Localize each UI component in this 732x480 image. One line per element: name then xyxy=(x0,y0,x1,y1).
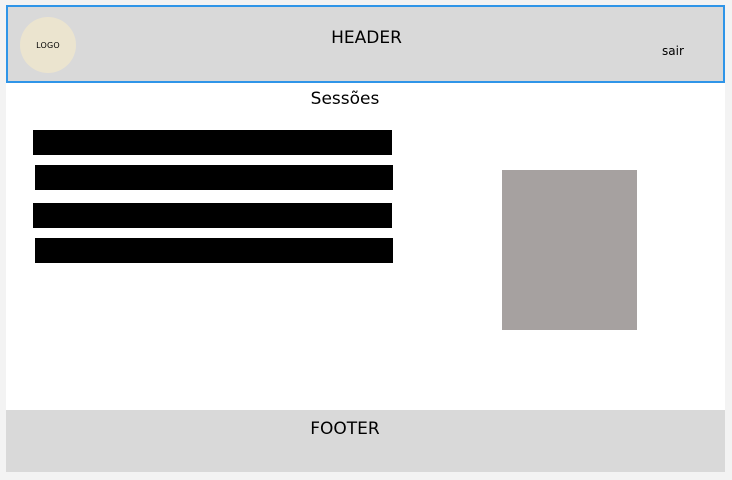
session-item[interactable] xyxy=(33,130,392,155)
footer: FOOTER xyxy=(6,410,725,472)
header-title: HEADER xyxy=(331,28,402,48)
logout-link[interactable]: sair xyxy=(662,43,684,59)
session-item[interactable] xyxy=(35,165,393,190)
footer-title: FOOTER xyxy=(310,419,380,439)
session-item[interactable] xyxy=(33,203,392,228)
header: LOGO HEADER sair xyxy=(6,5,725,83)
session-item[interactable] xyxy=(35,238,393,263)
image-placeholder xyxy=(502,170,637,330)
page-title: Sessões xyxy=(310,89,380,109)
